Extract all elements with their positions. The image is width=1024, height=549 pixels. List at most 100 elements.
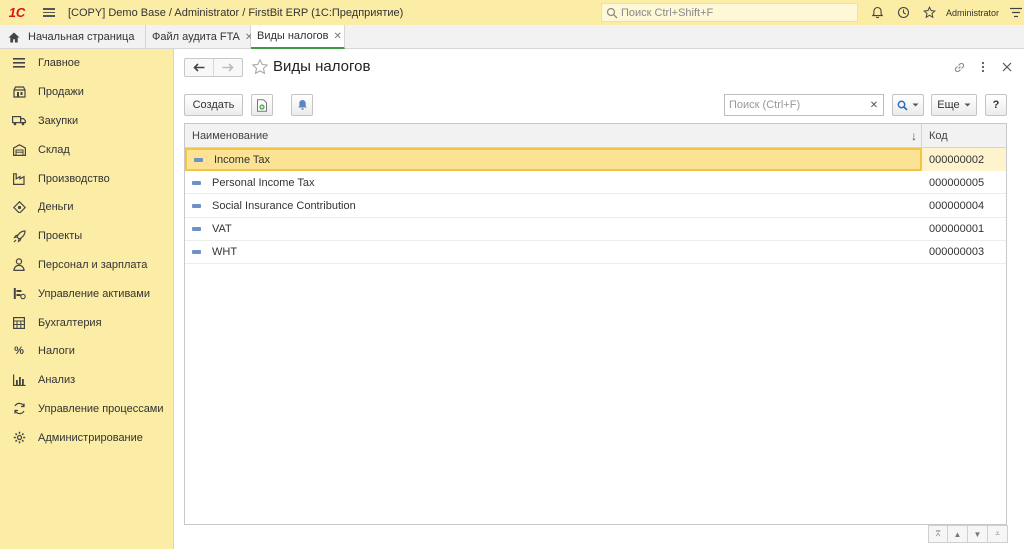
sidebar-item-hr-payroll[interactable]: Персонал и зарплата — [0, 251, 173, 280]
tab-tax-types-label: Виды налогов — [257, 30, 329, 42]
forward-button[interactable] — [213, 59, 242, 76]
search-options-button[interactable] — [892, 94, 924, 116]
sidebar-item-process-management[interactable]: Управление процессами — [0, 395, 173, 424]
tab-tax-types[interactable]: Виды налогов ✕ — [251, 25, 345, 49]
catalog-item-icon — [192, 180, 201, 185]
main-content: Виды налогов Создать Поиск (Ctrl+F) ✕ Ещ… — [175, 49, 1024, 549]
factory-icon — [12, 172, 26, 186]
sidebar-item-sales[interactable]: Продажи — [0, 78, 173, 107]
list-search-input[interactable]: Поиск (Ctrl+F) — [724, 94, 868, 116]
create-copy-button[interactable] — [251, 94, 273, 116]
global-search-placeholder: Поиск Ctrl+Shift+F — [621, 6, 714, 19]
chevron-down-icon — [912, 103, 919, 107]
sidebar-item-label: Проекты — [38, 230, 83, 243]
table-row[interactable]: WHT 000000003 — [185, 241, 1006, 264]
sidebar-item-warehouse[interactable]: Склад — [0, 135, 173, 164]
row-code: 000000003 — [929, 246, 985, 259]
toolbar: Создать Поиск (Ctrl+F) ✕ Еще ? — [184, 94, 1015, 116]
history-icon[interactable] — [890, 0, 916, 25]
row-name: WHT — [212, 246, 238, 259]
table-row[interactable]: Social Insurance Contribution 000000004 — [185, 194, 1006, 218]
percent-icon: % — [14, 345, 24, 358]
sidebar-item-production[interactable]: Производство — [0, 164, 173, 193]
more-button[interactable]: Еще — [931, 94, 977, 116]
hamburger-menu-icon[interactable] — [38, 0, 60, 25]
sidebar-item-label: Закупки — [38, 114, 79, 127]
row-code: 000000004 — [929, 199, 985, 212]
catalog-item-icon — [192, 227, 201, 232]
back-button[interactable] — [185, 59, 213, 76]
row-name: Personal Income Tax — [212, 176, 315, 189]
table-row[interactable]: Income Tax 000000002 — [185, 148, 1006, 172]
row-code: 000000001 — [929, 223, 985, 236]
tax-types-table: Наименование ↓ Код Income Tax 000000002 … — [184, 123, 1007, 525]
ledger-icon — [12, 316, 26, 330]
settings-menu-icon[interactable] — [1007, 0, 1024, 25]
arrow-right-icon — [222, 63, 234, 72]
help-button[interactable]: ? — [985, 94, 1007, 116]
chart-icon — [12, 373, 26, 387]
home-icon — [8, 32, 20, 42]
row-name: Income Tax — [214, 153, 271, 166]
sidebar-item-accounting[interactable]: Бухгалтерия — [0, 308, 173, 337]
tabs-bar: Начальная страница Файл аудита FTA ✕ Вид… — [0, 25, 1024, 49]
sidebar-item-administration[interactable]: Администрирование — [0, 423, 173, 452]
gear-icon — [12, 431, 26, 445]
favorite-star-icon[interactable] — [251, 58, 269, 76]
sidebar-item-purchases[interactable]: Закупки — [0, 107, 173, 136]
person-icon — [12, 258, 26, 272]
bell-icon — [297, 100, 307, 110]
row-name: Social Insurance Contribution — [212, 199, 356, 212]
page-up-button[interactable]: ▲ — [948, 525, 968, 543]
close-icon[interactable] — [998, 59, 1016, 75]
sidebar-item-taxes[interactable]: % Налоги — [0, 337, 173, 366]
sidebar-item-label: Управление активами — [38, 287, 150, 300]
search-clear-button[interactable]: ✕ — [865, 94, 884, 116]
bell-icon[interactable] — [864, 0, 890, 25]
global-search-input[interactable]: Поиск Ctrl+Shift+F — [601, 3, 858, 22]
catalog-item-icon — [194, 157, 203, 162]
scroll-to-bottom-button[interactable]: ⩡ — [988, 525, 1008, 543]
page-down-button[interactable]: ▼ — [968, 525, 988, 543]
sidebar-item-label: Склад — [38, 143, 70, 156]
sidebar-item-label: Администрирование — [38, 431, 143, 444]
tab-fta-audit-file[interactable]: Файл аудита FTA ✕ — [146, 25, 253, 49]
favorites-star-icon[interactable] — [916, 0, 942, 25]
more-button-label: Еще — [937, 99, 960, 111]
table-row[interactable]: VAT 000000001 — [185, 218, 1006, 241]
column-header-name[interactable]: Наименование ↓ — [185, 124, 922, 147]
current-user[interactable]: Administrator — [946, 8, 999, 18]
sidebar-item-analysis[interactable]: Анализ — [0, 366, 173, 395]
app-logo: 1C — [8, 5, 26, 20]
top-bar: 1C [COPY] Demo Base / Administrator / Fi… — [0, 0, 1024, 25]
sidebar-item-assets[interactable]: Управление активами — [0, 279, 173, 308]
sidebar-item-money[interactable]: Деньги — [0, 193, 173, 222]
list-pager: ⩞ ▲ ▼ ⩡ — [928, 525, 1008, 543]
table-row[interactable]: Personal Income Tax 000000005 — [185, 171, 1006, 195]
sidebar-item-label: Налоги — [38, 345, 75, 358]
sidebar-item-projects[interactable]: Проекты — [0, 222, 173, 251]
create-button[interactable]: Создать — [184, 94, 243, 116]
row-code: 000000002 — [922, 148, 1006, 171]
page-title: Виды налогов — [273, 58, 371, 75]
sidebar: Главное Продажи Закупки Склад Производст… — [0, 49, 174, 549]
tab-home[interactable]: Начальная страница — [0, 25, 146, 49]
rocket-icon — [12, 229, 26, 243]
chevron-down-icon — [964, 103, 971, 107]
truck-icon — [12, 114, 26, 128]
sidebar-item-main[interactable]: Главное — [0, 49, 173, 78]
sidebar-item-label: Главное — [38, 57, 81, 70]
menu-lines-icon — [12, 56, 26, 70]
row-code: 000000005 — [929, 176, 985, 189]
catalog-item-icon — [192, 203, 201, 208]
scroll-to-top-button[interactable]: ⩞ — [928, 525, 948, 543]
close-icon[interactable]: ✕ — [333, 31, 341, 42]
notifications-button[interactable] — [291, 94, 313, 116]
document-add-icon — [257, 98, 267, 112]
sidebar-item-label: Производство — [38, 172, 110, 185]
link-icon[interactable] — [950, 59, 968, 75]
more-vertical-icon[interactable] — [974, 59, 992, 75]
sort-down-icon: ↓ — [911, 128, 917, 143]
warehouse-icon — [12, 143, 26, 157]
column-header-code[interactable]: Код — [922, 124, 1006, 147]
